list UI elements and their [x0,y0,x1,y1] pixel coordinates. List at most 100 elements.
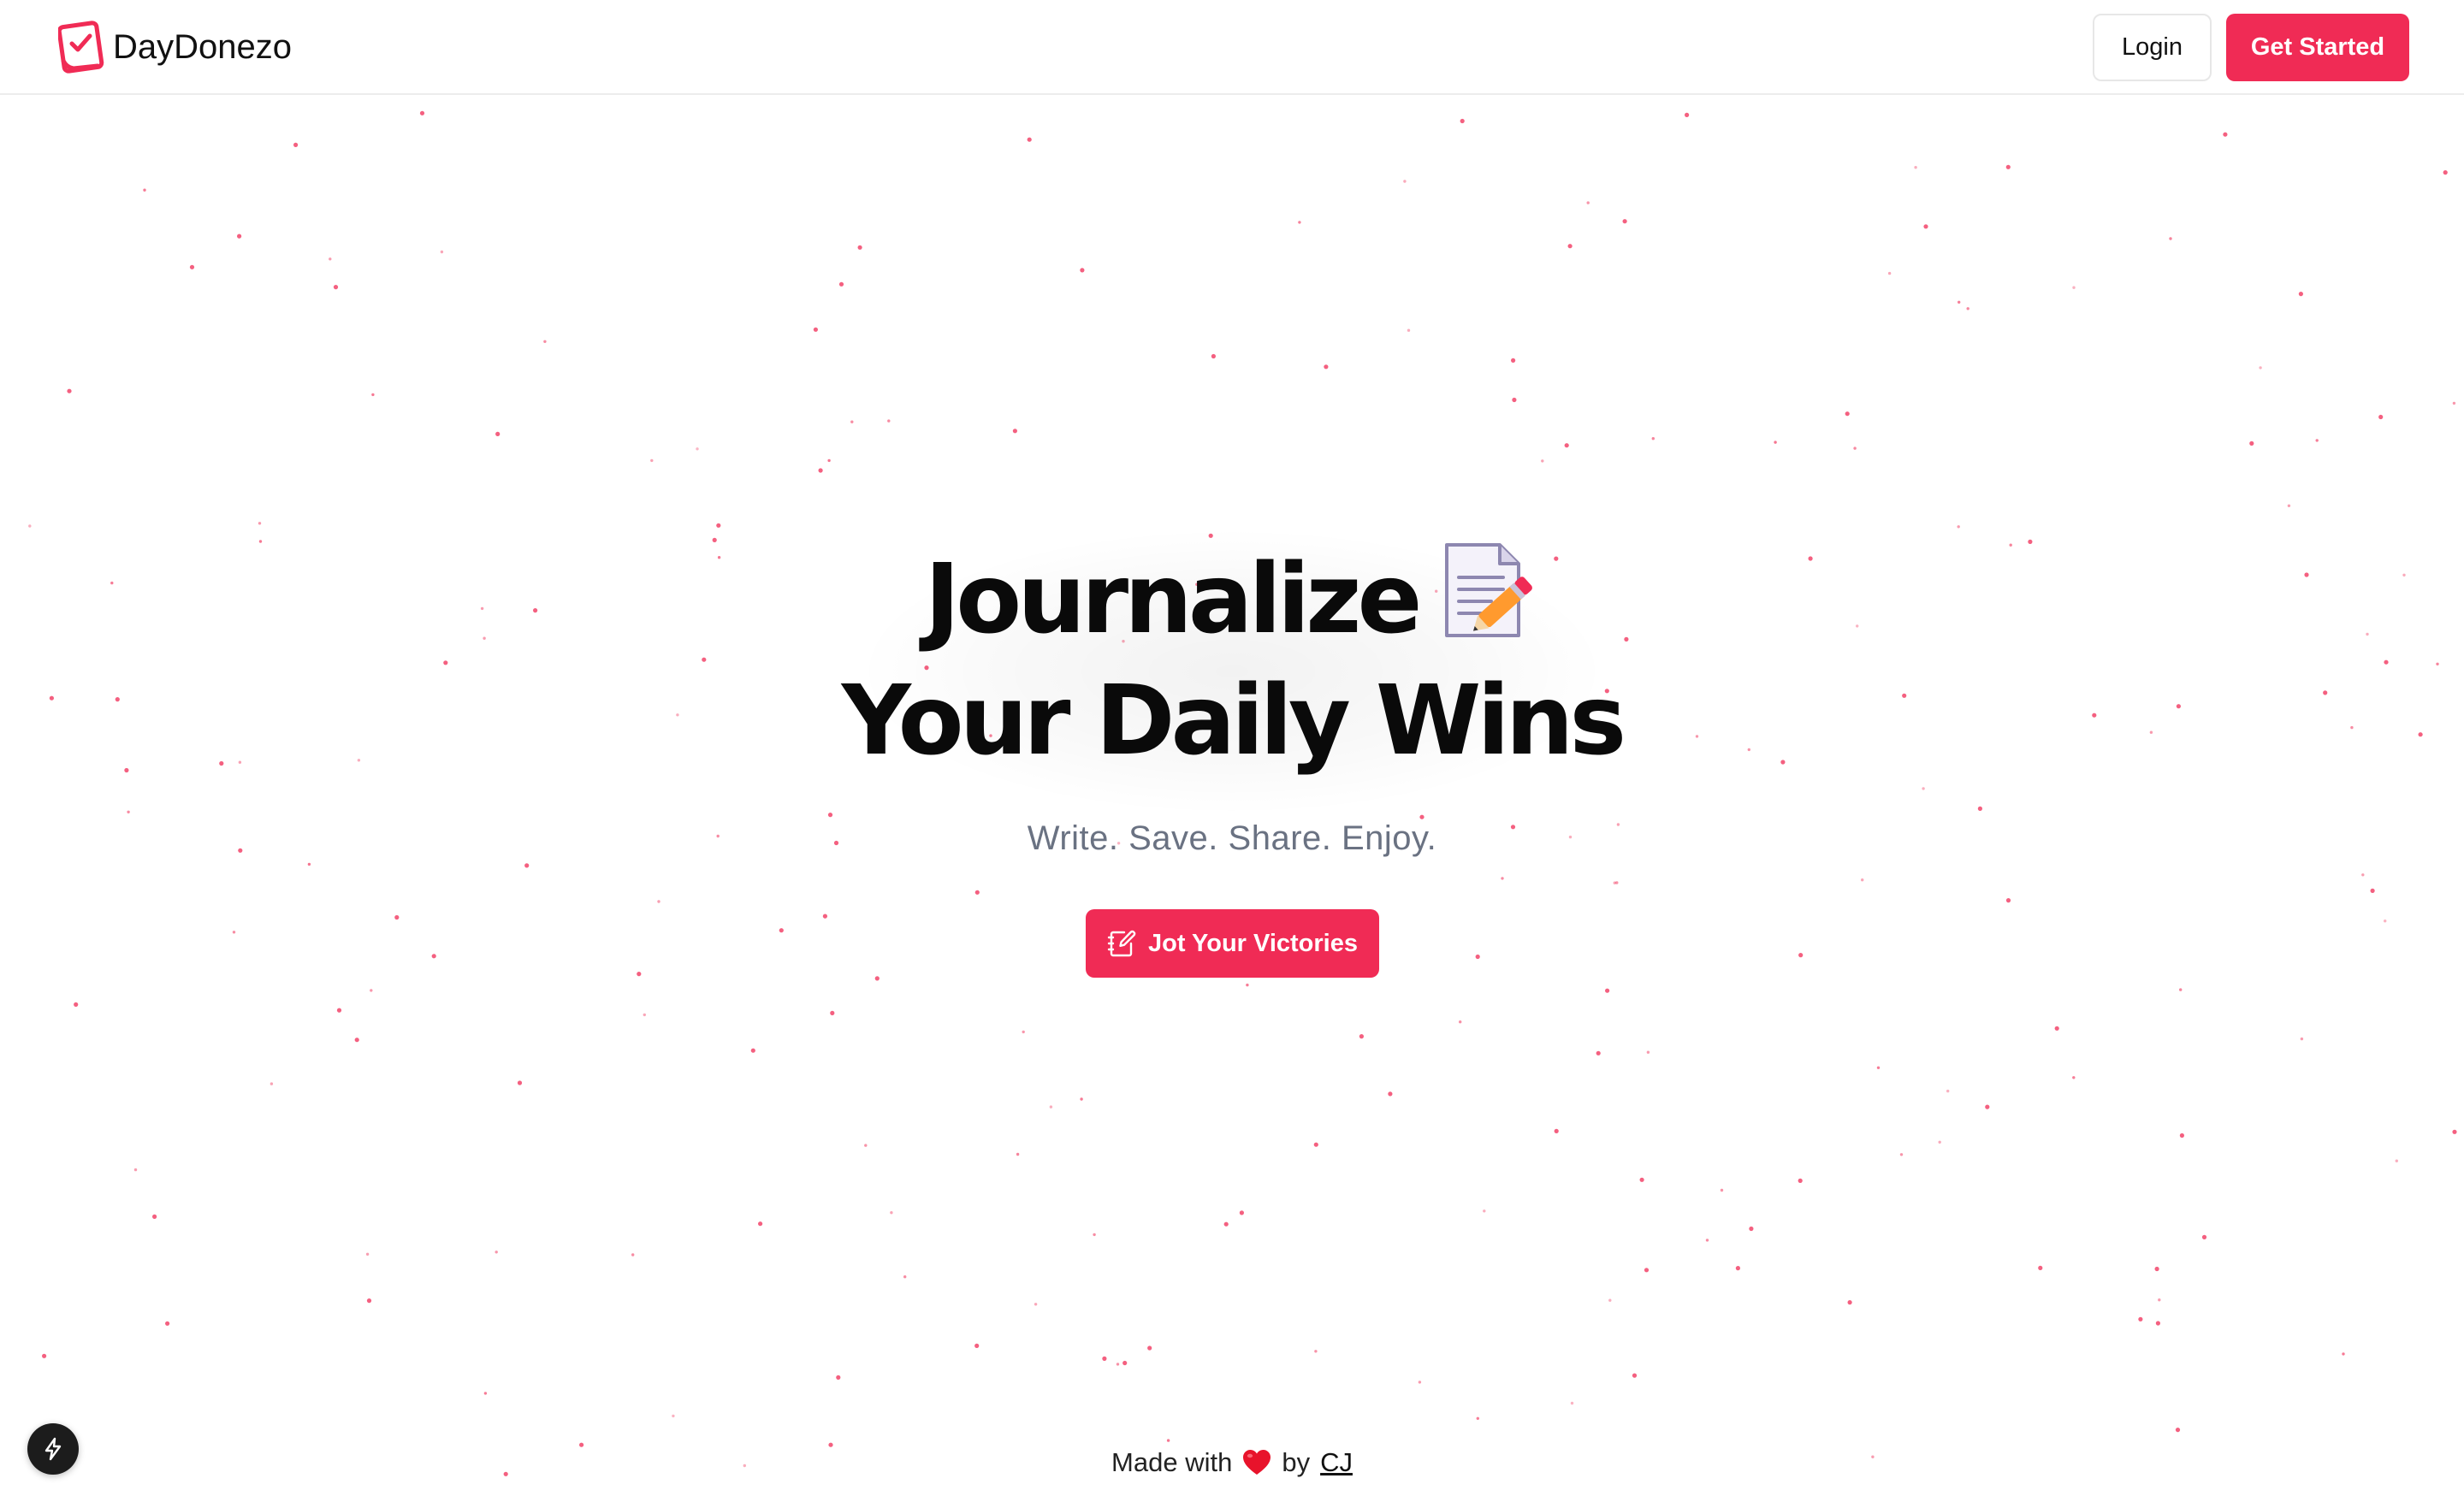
background-dot [2223,132,2228,137]
background-dot [1116,1363,1120,1366]
background-dot [813,327,819,332]
background-dot [49,695,55,701]
background-dot [1632,1373,1638,1378]
background-dot [1856,624,1859,628]
background-dot [887,419,891,423]
background-dot [483,1392,488,1395]
heart-icon [1243,1450,1271,1475]
background-dot [1388,1091,1393,1097]
background-dot [874,976,880,981]
background-dot [1985,1104,1990,1109]
background-dot [1403,180,1407,183]
background-dot [1122,1360,1128,1366]
hero-title-line-2: Your Daily Wins [841,665,1626,777]
background-dot [258,522,262,525]
background-dot [2158,1298,2161,1302]
background-dot [354,1038,359,1043]
lightning-bolt-icon [44,1437,62,1461]
background-dot [1459,1020,1462,1024]
background-dot [2370,888,2375,893]
background-dot [370,989,373,992]
jot-victories-button[interactable]: Jot Your Victories [1086,909,1379,978]
footer: Made with by CJ [933,1447,1531,1478]
background-dot [864,1144,868,1147]
background-dot [270,1082,274,1085]
background-dot [758,1221,763,1227]
login-button[interactable]: Login [2093,14,2212,81]
background-dot [419,110,425,115]
background-dot [2175,1428,2181,1433]
background-dot [366,1298,372,1304]
background-dot [1705,1239,1709,1242]
background-dot [1608,1298,1612,1302]
background-dot [1605,988,1610,993]
background-dot [716,834,720,838]
background-dot [818,468,823,473]
background-dot [1735,1266,1740,1271]
background-dot [974,890,980,895]
background-dot [2179,988,2183,991]
background-dot [238,848,243,853]
background-dot [1554,1128,1559,1133]
background-dot [1483,1209,1486,1213]
background-dot [1622,219,1627,224]
background-dot [2009,543,2012,547]
background-dot [2201,1234,2207,1239]
background-dot [1298,221,1301,224]
background-dot [2138,1316,2143,1322]
background-dot [1938,1140,1941,1144]
background-dot [1314,1350,1318,1353]
background-dot [336,1008,342,1013]
background-dot [333,285,339,290]
background-dot [1847,1300,1852,1305]
hero-title: Journalize Your Daily Wins [804,539,1660,782]
background-dot [2378,414,2384,420]
background-dot [495,431,500,436]
background-dot [2155,1321,2160,1326]
get-started-button[interactable]: Get Started [2226,14,2409,81]
dev-tools-badge[interactable] [27,1423,79,1475]
background-dot [637,972,642,977]
background-dot [533,608,538,613]
background-dot [124,767,129,773]
background-dot [1564,443,1569,448]
brand-home-link[interactable]: DayDonezo [58,19,292,75]
background-dot [127,810,130,813]
background-dot [1407,328,1411,332]
background-dot [1418,1381,1422,1384]
background-dot [1958,300,1961,304]
background-dot [1324,364,1329,370]
background-dot [1774,441,1777,444]
author-link[interactable]: CJ [1320,1447,1353,1478]
background-dot [838,281,844,287]
background-dot [1922,787,1925,790]
background-dot [2298,292,2303,297]
background-dot [1512,397,1517,403]
background-dot [1646,1050,1650,1054]
background-dot [1946,1089,1950,1093]
background-dot [524,863,530,868]
background-dot [2287,504,2291,507]
background-dot [827,813,833,818]
background-dot [1798,1178,1803,1183]
background-dot [2384,920,2387,923]
background-dot [1902,693,1907,698]
background-dot [2259,366,2262,370]
background-dot [1596,1050,1601,1056]
background-dot [1027,137,1032,142]
background-dot [696,447,699,451]
background-dot [2054,1026,2059,1031]
background-dot [1798,953,1804,958]
background-dot [2315,439,2319,442]
background-dot [2092,713,2097,718]
background-dot [74,1002,79,1007]
background-dot [779,928,784,933]
background-dot [1012,429,1017,434]
background-dot [1808,556,1813,561]
background-dot [2028,539,2033,545]
background-dot [1695,735,1699,738]
background-dot [2342,1352,2345,1356]
background-dot [1853,446,1857,450]
background-dot [643,1013,646,1017]
background-dot [890,1211,893,1215]
